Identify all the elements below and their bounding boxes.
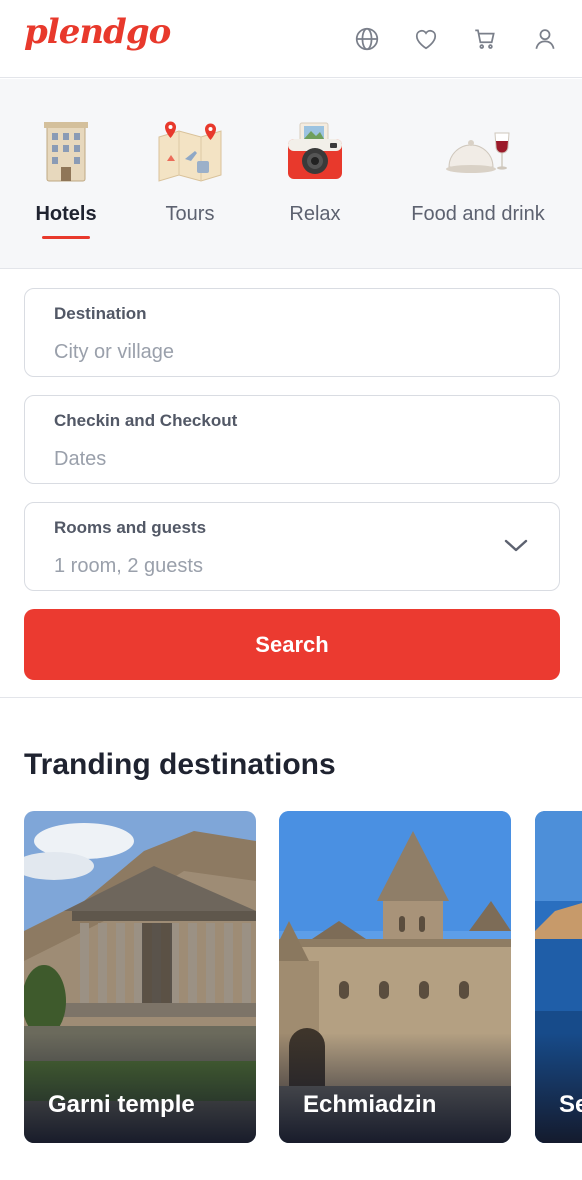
destination-input[interactable]: City or village: [54, 341, 174, 364]
destination-label: Destination: [54, 304, 147, 323]
category-tabs: Hotels Tours Relax Food and drink: [0, 79, 582, 269]
heart-icon[interactable]: [411, 24, 441, 54]
cart-icon[interactable]: [470, 24, 500, 54]
card-gradient: [279, 1033, 511, 1143]
dates-input[interactable]: Dates: [54, 448, 106, 471]
food-cloche-icon: [446, 132, 510, 173]
chevron-down-icon[interactable]: [503, 537, 529, 555]
tab-hotels-label: Hotels: [35, 203, 97, 225]
card-gradient: [535, 1033, 582, 1143]
destination-name: Echmiadzin: [303, 1091, 437, 1118]
tab-food-and-drink[interactable]: Food and drink: [396, 79, 560, 269]
tab-tours-label: Tours: [165, 203, 215, 225]
search-button[interactable]: Search: [24, 609, 560, 680]
rooms-guests-value: 1 room, 2 guests: [54, 555, 203, 577]
rooms-guests-label: Rooms and guests: [54, 518, 207, 537]
tab-relax[interactable]: Relax: [280, 79, 350, 269]
globe-icon[interactable]: [352, 24, 382, 54]
destination-card-echmiadzin[interactable]: Echmiadzin: [279, 811, 511, 1143]
tab-tours[interactable]: Tours: [150, 79, 230, 269]
tour-map-icon: [158, 121, 222, 182]
trending-title: Tranding destinations: [24, 748, 336, 781]
destination-field[interactable]: Destination City or village: [24, 288, 560, 377]
rooms-guests-select[interactable]: Rooms and guests 1 room, 2 guests: [24, 502, 560, 591]
destination-name: Garni temple: [48, 1091, 195, 1118]
destination-card-garni[interactable]: Garni temple: [24, 811, 256, 1143]
tab-food-and-drink-label: Food and drink: [411, 203, 545, 225]
hotel-building-icon: [44, 122, 88, 182]
active-tab-indicator: [42, 236, 90, 239]
camera-icon: [288, 122, 342, 179]
section-divider: [0, 697, 582, 698]
tab-hotels[interactable]: Hotels: [22, 79, 110, 269]
destination-name: Se: [559, 1091, 582, 1118]
top-header: plendgo: [0, 0, 582, 78]
user-icon[interactable]: [530, 24, 560, 54]
card-gradient: [24, 1033, 256, 1143]
dates-field[interactable]: Checkin and Checkout Dates: [24, 395, 560, 484]
plendgo-logo[interactable]: plendgo: [24, 12, 171, 52]
destination-card-sevan[interactable]: Se: [535, 811, 582, 1143]
dates-label: Checkin and Checkout: [54, 411, 238, 430]
tab-relax-label: Relax: [289, 203, 341, 225]
